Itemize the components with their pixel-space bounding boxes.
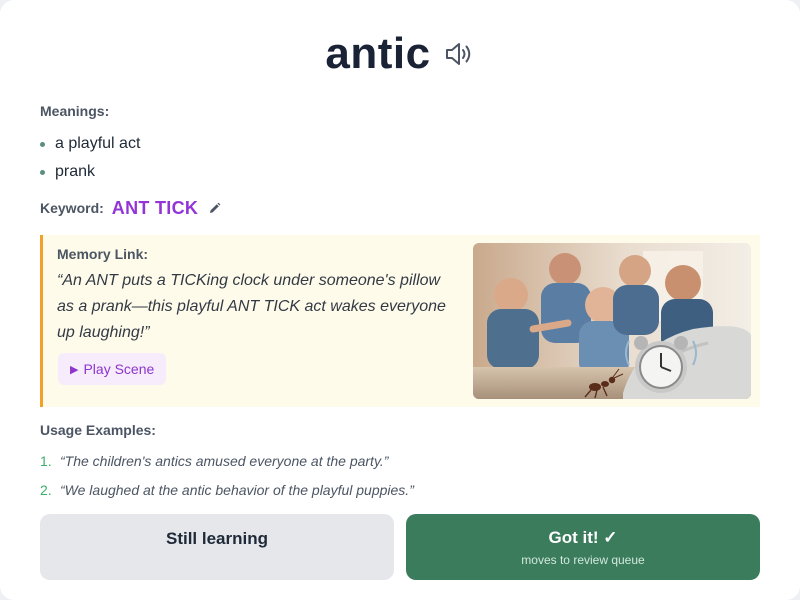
usage-example-number: 1. [40, 452, 52, 469]
play-triangle-icon: ▶ [70, 363, 79, 376]
got-it-button[interactable]: Got it! ✓ moves to review queue [406, 514, 760, 580]
memory-scene-image [473, 243, 751, 399]
got-it-subtitle: moves to review queue [521, 552, 645, 567]
meanings-label: Meanings: [40, 103, 110, 119]
memory-link-label: Memory Link: [57, 246, 149, 262]
keyword-value: ANT TICK [111, 197, 199, 218]
meaning-text: a playful act [55, 135, 141, 152]
play-scene-button[interactable]: ▶ Play Scene [58, 353, 167, 385]
bullet-dot [40, 141, 45, 147]
meaning-item: prank [40, 158, 140, 186]
got-it-label: Got it! ✓ [548, 527, 618, 547]
usage-example-number: 2. [40, 481, 52, 498]
usage-example-item: 2. “We laughed at the antic behavior of … [40, 475, 414, 504]
play-scene-label: Play Scene [83, 361, 155, 377]
flashcard: antic Meanings: a playful act prank Keyw… [0, 0, 800, 600]
meaning-text: prank [55, 163, 96, 180]
word-title: antic [325, 29, 431, 78]
speaker-icon[interactable] [443, 38, 475, 70]
memory-link-text: “An ANT puts a TICKing clock under someo… [57, 272, 446, 341]
usage-example-text: “The children's antics amused everyone a… [60, 452, 389, 469]
usage-example-text: “We laughed at the antic behavior of the… [60, 481, 414, 498]
meaning-item: a playful act [40, 130, 140, 158]
pencil-icon[interactable] [206, 200, 222, 216]
usage-examples-label: Usage Examples: [40, 422, 156, 438]
bullet-dot [40, 169, 45, 175]
keyword-row: Keyword: ANT TICK [40, 196, 222, 220]
usage-example-item: 1. “The children's antics amused everyon… [40, 446, 414, 475]
word-header: antic [0, 28, 800, 80]
still-learning-button[interactable]: Still learning [40, 514, 394, 580]
usage-examples-list: 1. “The children's antics amused everyon… [40, 446, 414, 504]
still-learning-label: Still learning [165, 529, 269, 548]
keyword-label: Keyword: [40, 200, 104, 216]
memory-link-box: Memory Link: “An ANT puts a TICKing cloc… [40, 235, 760, 407]
meanings-list: a playful act prank [40, 130, 140, 186]
